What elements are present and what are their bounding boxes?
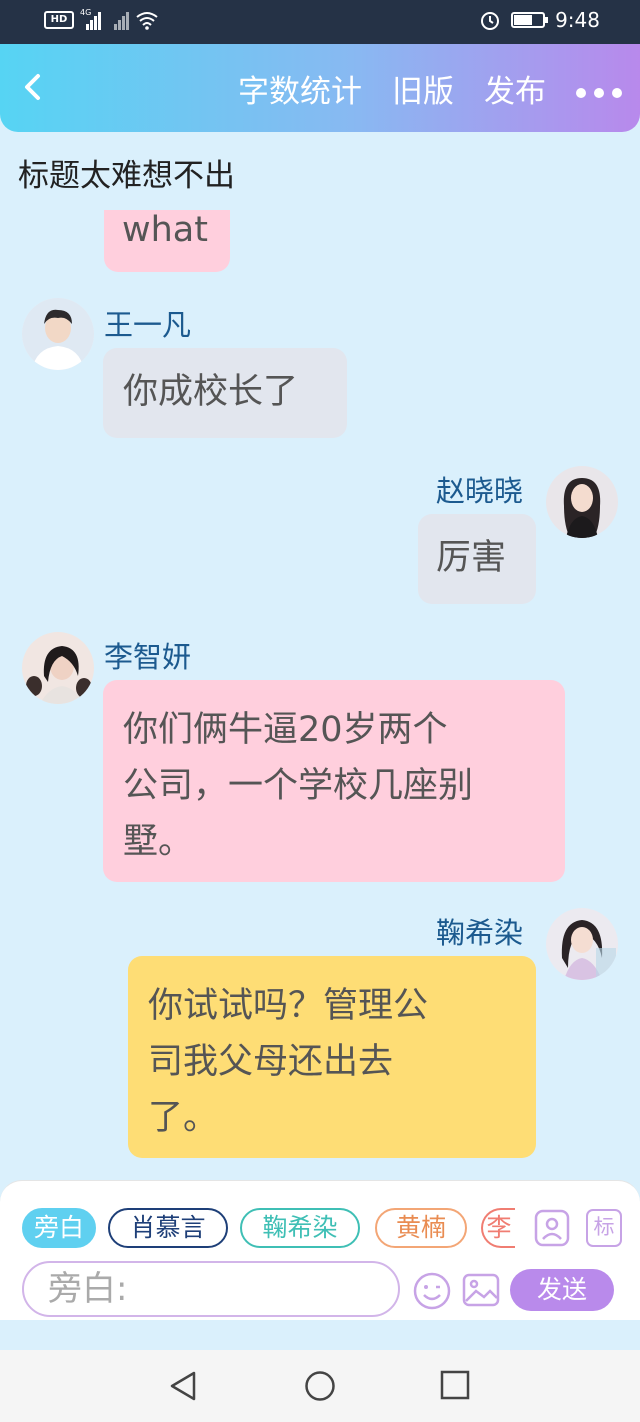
signal-icon-2	[108, 10, 130, 30]
chip-character[interactable]: 鞠希染	[240, 1208, 360, 1248]
sender-name: 赵晓晓	[436, 474, 524, 508]
chip-narrator[interactable]: 旁白	[22, 1208, 96, 1248]
sender-name: 李智妍	[104, 640, 192, 674]
message-text-line: 了。	[148, 1098, 219, 1138]
old-version-button[interactable]: 旧版	[392, 72, 454, 112]
word-count-button[interactable]: 字数统计	[238, 72, 362, 112]
message-bubble[interactable]: 你成校长了	[103, 348, 347, 438]
message-text-line: 公司，一个学校几座别	[123, 766, 474, 806]
back-icon[interactable]	[18, 72, 48, 102]
message-text-line: 墅。	[123, 822, 194, 862]
contacts-icon[interactable]	[534, 1209, 570, 1247]
nav-recents-icon[interactable]	[440, 1370, 470, 1400]
nav-back-icon[interactable]	[168, 1370, 198, 1402]
system-nav-bar	[0, 1350, 640, 1422]
chip-character[interactable]: 黄楠	[375, 1208, 467, 1248]
more-icon[interactable]	[576, 88, 622, 98]
message-text-line: 司我父母还出去	[148, 1042, 394, 1082]
battery-icon	[511, 12, 549, 28]
story-title[interactable]: 标题太难想不出	[18, 150, 235, 195]
wifi-icon	[136, 12, 158, 30]
message-bubble[interactable]: what	[104, 210, 230, 272]
input-panel: 旁白 肖慕言 鞠希染 黄楠 李 标 旁白: 发送	[0, 1180, 640, 1320]
sender-name: 鞠希染	[436, 916, 524, 950]
message-text: 你成校长了	[123, 372, 299, 412]
input-placeholder: 旁白:	[48, 1269, 128, 1309]
status-bar: HD 4G 9:48	[0, 0, 640, 44]
top-bar: 字数统计 旧版 发布	[0, 44, 640, 132]
emoji-icon[interactable]	[412, 1271, 452, 1311]
clock: 9:48	[555, 8, 600, 32]
avatar[interactable]	[22, 632, 94, 704]
chip-character[interactable]: 李	[481, 1208, 515, 1248]
avatar[interactable]	[22, 298, 94, 370]
alarm-icon	[481, 12, 500, 30]
message-bubble[interactable]: 厉害	[418, 514, 536, 604]
image-icon[interactable]	[462, 1271, 500, 1309]
send-button[interactable]: 发送	[510, 1269, 614, 1311]
sender-name: 王一凡	[104, 308, 192, 342]
chip-character[interactable]: 肖慕言	[108, 1208, 228, 1248]
hd-icon: HD	[44, 11, 74, 29]
publish-button[interactable]: 发布	[484, 72, 546, 112]
message-input[interactable]: 旁白:	[22, 1261, 400, 1317]
signal-icon: 4G	[80, 8, 102, 30]
tag-button[interactable]: 标	[586, 1209, 622, 1247]
message-bubble[interactable]: 你试试吗？管理公 司我父母还出去 了。	[128, 956, 536, 1158]
avatar[interactable]	[546, 908, 618, 980]
avatar[interactable]	[546, 466, 618, 538]
message-text-line: 你试试吗？管理公	[148, 986, 429, 1026]
nav-home-icon[interactable]	[304, 1370, 336, 1402]
tag-label: 标	[593, 1215, 615, 1239]
message-text-line: 你们俩牛逼20岁两个	[123, 710, 448, 750]
message-bubble[interactable]: 你们俩牛逼20岁两个 公司，一个学校几座别 墅。	[103, 680, 565, 882]
message-text: what	[122, 210, 208, 250]
message-text: 厉害	[436, 538, 507, 578]
